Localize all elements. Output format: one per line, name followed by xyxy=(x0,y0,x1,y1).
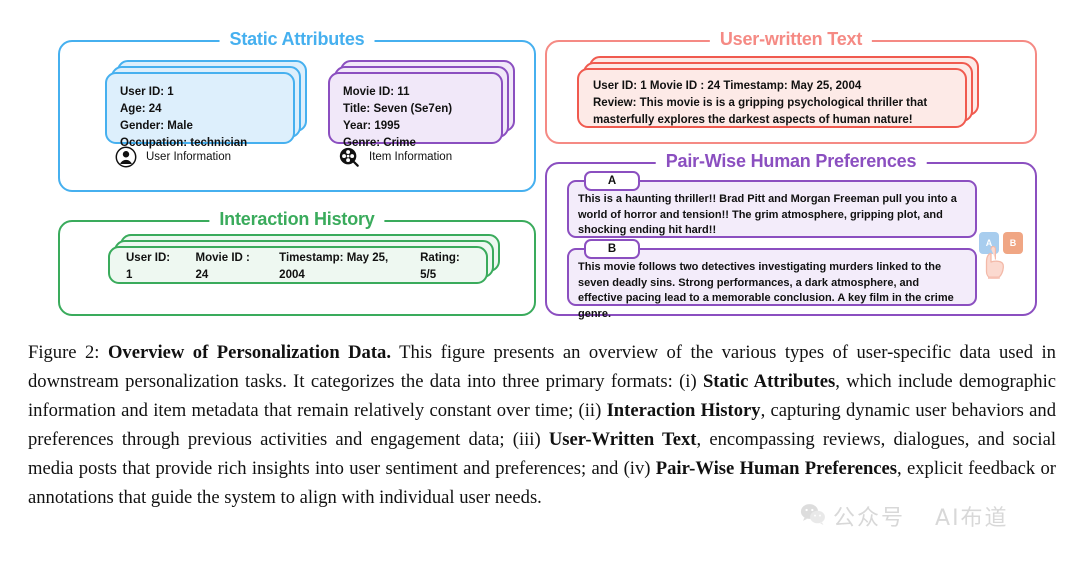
caption-bold-pairwise-human-preferences: Pair-Wise Human Preferences xyxy=(655,458,898,479)
preference-option-b[interactable]: B This movie follows two detectives inve… xyxy=(567,239,977,320)
review-card-stack: User ID: 1 Movie ID : 24 Timestamp: May … xyxy=(577,56,979,128)
panel-static-attributes: Static Attributes User ID: 1 Age: 24 Gen… xyxy=(58,29,536,192)
user-info-card-stack: User ID: 1 Age: 24 Gender: Male Occupati… xyxy=(105,60,307,149)
panel-title-interaction-history: Interaction History xyxy=(209,209,385,230)
figure-root: Static Attributes User ID: 1 Age: 24 Gen… xyxy=(0,0,1080,562)
interaction-user-id: User ID: 1 xyxy=(126,252,171,281)
panel-title-static-attributes: Static Attributes xyxy=(219,29,375,50)
option-a-text: This is a haunting thriller!! Brad Pitt … xyxy=(578,193,957,237)
movie-year-line: Year: 1995 xyxy=(343,119,400,132)
panel-pairwise-human-preferences: Pair-Wise Human Preferences A This is a … xyxy=(545,151,1037,320)
panel-title-user-written-text: User-written Text xyxy=(709,29,873,50)
interaction-record-card-stack: User ID: 1 Movie ID : 24 Timestamp: May … xyxy=(108,234,500,284)
caption-bold-user-written-text: User-Written Text xyxy=(548,429,697,450)
item-info-card-body: Movie ID: 11 Title: Seven (Se7en) Year: … xyxy=(330,74,501,162)
review-text: Review: This movie is is a gripping psyc… xyxy=(593,96,928,126)
panel-interaction-history: Interaction History User ID: 1 Movie ID … xyxy=(58,209,536,316)
pointing-hand-cursor-icon xyxy=(981,245,1007,280)
card-sheet-front: User ID: 1 Movie ID : 24 Timestamp: May … xyxy=(108,246,488,284)
option-a-tag: A xyxy=(584,171,640,191)
user-info-card-body: User ID: 1 Age: 24 Gender: Male Occupati… xyxy=(107,74,293,162)
caption-bold-static-attributes: Static Attributes xyxy=(702,371,836,392)
card-sheet-front: User ID: 1 Age: 24 Gender: Male Occupati… xyxy=(105,72,295,149)
preference-option-a[interactable]: A This is a haunting thriller!! Brad Pit… xyxy=(567,171,977,238)
movie-genre-line: Genre: Crime xyxy=(343,136,416,149)
user-gender-line: Gender: Male xyxy=(120,119,193,132)
interaction-record-body: User ID: 1 Movie ID : 24 Timestamp: May … xyxy=(110,248,486,286)
review-meta-line: User ID: 1 Movie ID : 24 Timestamp: May … xyxy=(593,80,862,92)
option-b-text: This movie follows two detectives invest… xyxy=(578,261,954,320)
card-sheet-front: User ID: 1 Movie ID : 24 Timestamp: May … xyxy=(577,68,967,128)
user-id-line: User ID: 1 xyxy=(120,86,174,98)
card-sheet-front: Movie ID: 11 Title: Seven (Se7en) Year: … xyxy=(328,72,503,149)
review-card-body: User ID: 1 Movie ID : 24 Timestamp: May … xyxy=(579,70,965,137)
panel-user-written-text: User-written Text User ID: 1 Movie ID : … xyxy=(545,29,1037,144)
caption-figure-label: Figure 2: xyxy=(28,342,100,363)
interaction-timestamp: Timestamp: May 25, 2004 xyxy=(279,252,389,281)
caption-bold-interaction-history: Interaction History xyxy=(606,400,761,421)
option-b-tag: B xyxy=(584,239,640,259)
item-info-card-stack: Movie ID: 11 Title: Seven (Se7en) Year: … xyxy=(328,60,515,149)
interaction-rating: Rating: 5/5 xyxy=(420,252,460,281)
figure-caption: Figure 2: Overview of Personalization Da… xyxy=(28,338,1056,512)
user-age-line: Age: 24 xyxy=(120,102,162,115)
panel-title-pairwise-human-preferences: Pair-Wise Human Preferences xyxy=(655,151,927,172)
interaction-movie-id: Movie ID : 24 xyxy=(195,252,250,281)
movie-id-line: Movie ID: 11 xyxy=(343,86,410,98)
caption-bold-title: Overview of Personalization Data. xyxy=(107,342,391,363)
user-occupation-line: Occupation: technician xyxy=(120,136,248,149)
movie-title-line: Title: Seven (Se7en) xyxy=(343,102,453,115)
